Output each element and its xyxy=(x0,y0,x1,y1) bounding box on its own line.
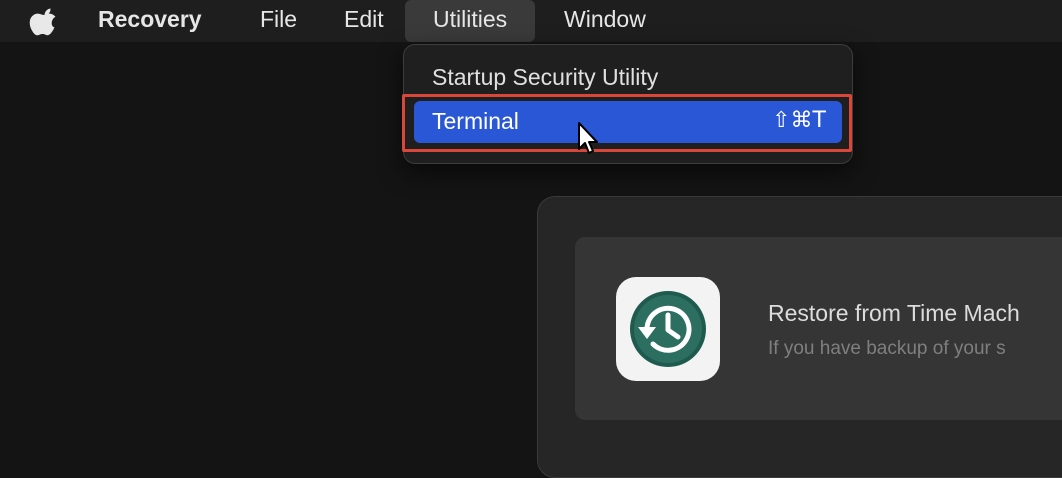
menu-window[interactable]: Window xyxy=(564,0,646,42)
restore-option-subtitle: If you have backup of your s xyxy=(768,338,1006,359)
menu-bar: Recovery File Edit Utilities Window xyxy=(0,0,1062,42)
menu-file[interactable]: File xyxy=(260,0,297,42)
menu-utilities[interactable]: Utilities xyxy=(405,0,536,42)
menu-item-startup-security-utility[interactable]: Startup Security Utility xyxy=(414,57,842,99)
menu-item-label: Startup Security Utility xyxy=(432,64,659,90)
apple-logo-icon[interactable] xyxy=(28,6,62,36)
menu-edit[interactable]: Edit xyxy=(344,0,384,42)
mouse-pointer-icon xyxy=(578,122,598,154)
menu-app-recovery[interactable]: Recovery xyxy=(98,0,202,42)
highlight-annotation-box xyxy=(402,94,852,152)
restore-option-title: Restore from Time Mach xyxy=(768,300,1020,326)
time-machine-icon xyxy=(616,277,720,381)
